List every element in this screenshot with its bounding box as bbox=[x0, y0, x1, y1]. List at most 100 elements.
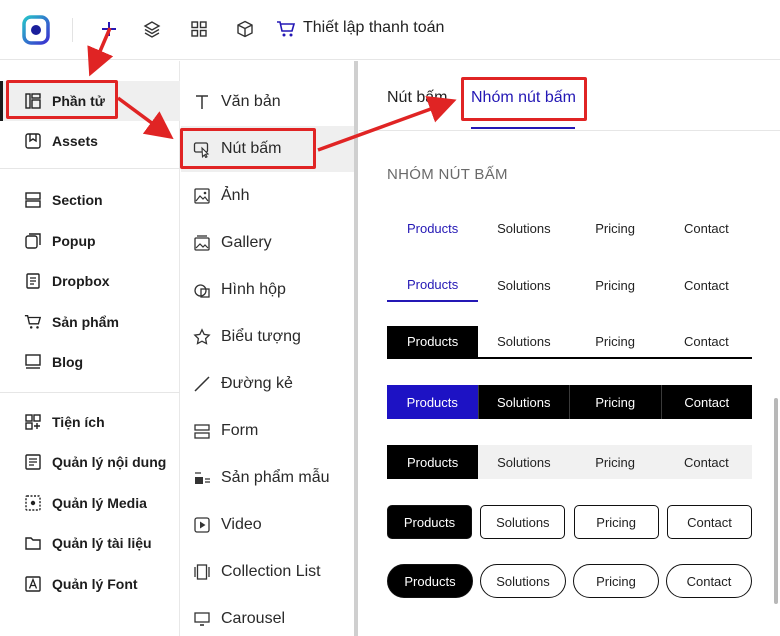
sidebar-item-label: Dropbox bbox=[52, 273, 110, 289]
group-button: Contact bbox=[683, 454, 729, 470]
toolbar-divider bbox=[72, 18, 73, 42]
group-button: Pricing bbox=[595, 334, 635, 349]
panel-scrollbar[interactable] bbox=[774, 398, 778, 604]
element-item-label: Đường kẻ bbox=[221, 375, 293, 392]
element-item-label: Gallery bbox=[221, 234, 272, 251]
sidebar-item-blog[interactable]: Blog bbox=[0, 342, 180, 382]
tab-button[interactable]: Nút bấm bbox=[387, 89, 447, 107]
element-item-carousel[interactable]: Carousel bbox=[181, 596, 354, 636]
group-button: Contact bbox=[683, 277, 729, 293]
button-group-segmented[interactable]: Products Solutions Pricing Contact bbox=[387, 445, 752, 479]
sidebar-item-assets[interactable]: Assets bbox=[0, 121, 180, 161]
element-item-form[interactable]: Form bbox=[181, 408, 354, 454]
left-sidebar: Phần tử Assets Section Popup Dropbox Sản… bbox=[0, 61, 180, 636]
utilities-icon bbox=[24, 413, 42, 431]
sidebar-item-label: Tiện ích bbox=[52, 414, 105, 430]
group-button: Products bbox=[387, 445, 479, 479]
plus-icon[interactable] bbox=[98, 18, 120, 40]
media-icon bbox=[24, 494, 42, 512]
folder-icon bbox=[24, 534, 42, 552]
sidebar-item-products[interactable]: Sản phẩm bbox=[0, 302, 180, 342]
group-button: Pricing bbox=[595, 220, 635, 236]
sidebar-divider bbox=[0, 168, 180, 169]
sidebar-item-documents[interactable]: Quản lý tài liệu bbox=[0, 523, 180, 563]
element-item-icon[interactable]: Biểu tượng bbox=[181, 314, 354, 360]
group-button: Solutions bbox=[497, 334, 551, 349]
element-item-label: Video bbox=[221, 516, 262, 533]
text-icon bbox=[193, 93, 211, 111]
element-item-video[interactable]: Video bbox=[181, 502, 354, 548]
sidebar-item-media[interactable]: Quản lý Media bbox=[0, 483, 180, 523]
group-button: Pricing bbox=[573, 564, 659, 598]
group-button: Contact bbox=[660, 385, 752, 419]
group-button: Solutions bbox=[497, 277, 551, 293]
bookmark-icon bbox=[24, 132, 42, 150]
element-item-collection-list[interactable]: Collection List bbox=[181, 549, 354, 595]
sidebar-divider bbox=[0, 392, 180, 393]
group-button: Products bbox=[387, 505, 472, 539]
element-item-product-sample[interactable]: Sản phẩm mẫu bbox=[181, 455, 354, 501]
highlight-box-button bbox=[180, 128, 316, 169]
blog-icon bbox=[24, 353, 42, 371]
box-icon[interactable] bbox=[234, 18, 256, 40]
sidebar-item-section[interactable]: Section bbox=[0, 180, 180, 220]
button-group-underline[interactable]: Products Solutions Pricing Contact bbox=[387, 268, 752, 302]
element-item-text[interactable]: Văn bản bbox=[181, 79, 354, 125]
sidebar-item-fonts[interactable]: Quản lý Font bbox=[0, 564, 180, 604]
collection-icon bbox=[193, 563, 211, 581]
group-button: Contact bbox=[666, 505, 752, 539]
active-tab-indicator bbox=[471, 127, 575, 129]
element-item-label: Ảnh bbox=[221, 187, 250, 204]
top-toolbar: Thiết lập thanh toán bbox=[0, 0, 780, 60]
element-item-label: Văn bản bbox=[221, 93, 281, 110]
font-icon bbox=[24, 575, 42, 593]
app-logo[interactable] bbox=[22, 15, 50, 45]
carousel-icon bbox=[193, 610, 211, 628]
grid-icon[interactable] bbox=[188, 18, 210, 40]
element-item-shapes[interactable]: Hình hộp bbox=[181, 267, 354, 313]
group-button: Solutions bbox=[480, 505, 566, 539]
content-icon bbox=[24, 453, 42, 471]
button-group-text[interactable]: Products Solutions Pricing Contact bbox=[387, 211, 752, 245]
element-item-gallery[interactable]: Gallery bbox=[181, 220, 354, 266]
highlight-box-elements bbox=[6, 80, 118, 119]
button-group-pill[interactable]: Products Solutions Pricing Contact bbox=[387, 564, 752, 598]
sidebar-item-utilities[interactable]: Tiện ích bbox=[0, 402, 180, 442]
sidebar-item-label: Section bbox=[52, 192, 103, 208]
section-title: NHÓM NÚT BẤM bbox=[387, 166, 508, 183]
element-item-label: Collection List bbox=[221, 563, 321, 580]
star-icon bbox=[193, 328, 211, 346]
element-item-label: Form bbox=[221, 422, 259, 439]
group-button: Products bbox=[387, 564, 473, 598]
panel-splitter[interactable] bbox=[354, 61, 358, 636]
element-item-line[interactable]: Đường kẻ bbox=[181, 361, 354, 407]
element-item-label: Biểu tượng bbox=[221, 328, 301, 345]
sidebar-item-dropbox[interactable]: Dropbox bbox=[0, 261, 180, 301]
product-sample-icon bbox=[193, 469, 211, 487]
popup-icon bbox=[24, 232, 42, 250]
sidebar-item-label: Popup bbox=[52, 233, 96, 249]
sidebar-item-label: Quản lý tài liệu bbox=[52, 535, 152, 551]
page-title: Thiết lập thanh toán bbox=[303, 19, 445, 36]
form-icon bbox=[193, 422, 211, 440]
button-group-outlined[interactable]: Products Solutions Pricing Contact bbox=[387, 505, 752, 539]
group-button: Pricing bbox=[573, 505, 659, 539]
shapes-icon bbox=[193, 281, 211, 299]
group-button: Solutions bbox=[497, 454, 551, 470]
element-item-image[interactable]: Ảnh bbox=[181, 173, 354, 219]
sidebar-item-popup[interactable]: Popup bbox=[0, 221, 180, 261]
dropbox-icon bbox=[24, 272, 42, 290]
button-group-filled[interactable]: Products Solutions Pricing Contact bbox=[387, 385, 752, 419]
cart-icon[interactable] bbox=[275, 18, 297, 40]
group-button: Pricing bbox=[569, 385, 661, 419]
element-item-label: Sản phẩm mẫu bbox=[221, 469, 330, 486]
sidebar-item-label: Assets bbox=[52, 133, 98, 149]
button-group-tab-bar[interactable]: Products Solutions Pricing Contact bbox=[387, 326, 752, 359]
layers-icon[interactable] bbox=[141, 18, 163, 40]
sidebar-item-label: Quản lý Font bbox=[52, 576, 138, 592]
group-button: Contact bbox=[683, 220, 729, 236]
group-button: Products bbox=[387, 385, 478, 419]
sidebar-item-label: Blog bbox=[52, 354, 84, 370]
group-button: Contact bbox=[683, 334, 729, 349]
sidebar-item-content[interactable]: Quản lý nội dung bbox=[0, 442, 180, 482]
